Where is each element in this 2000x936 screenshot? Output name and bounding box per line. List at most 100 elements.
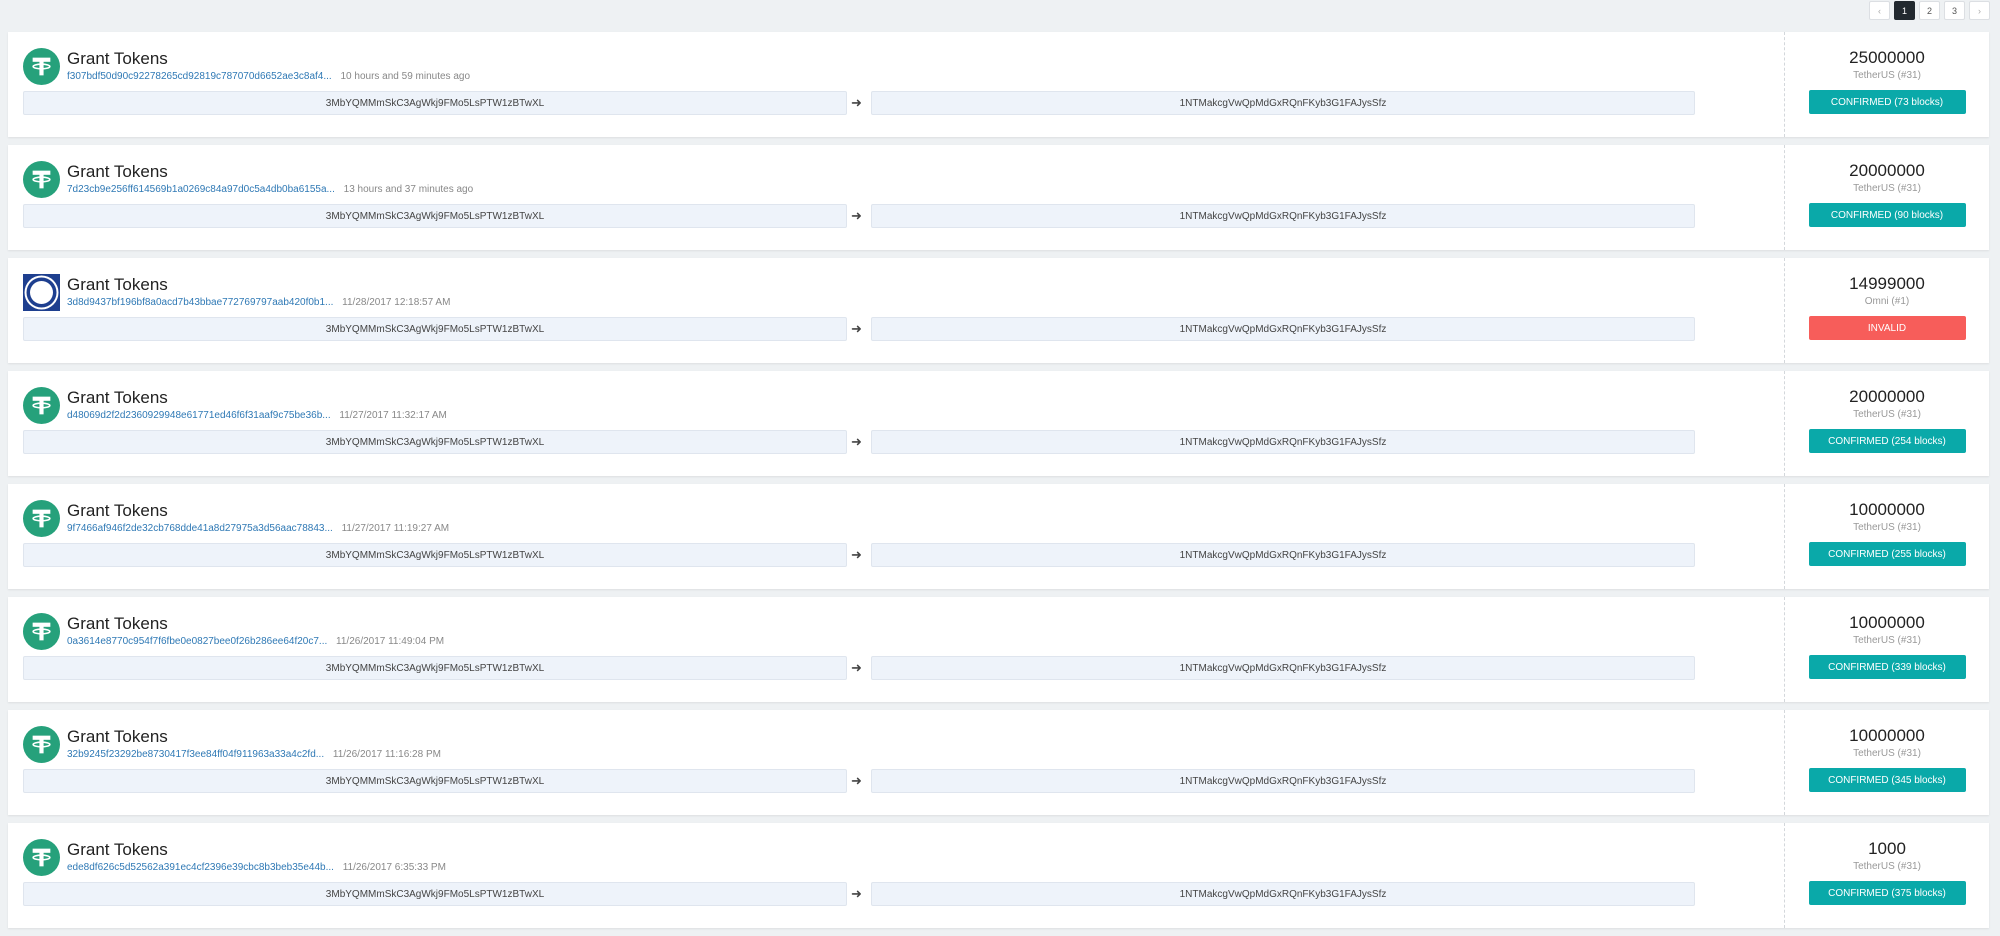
status-badge[interactable]: CONFIRMED (90 blocks) [1808, 203, 1966, 227]
recipient-address[interactable]: 1NTMakcgVwQpMdGxRQnFKyb3G1FAJysSfz [871, 91, 1695, 115]
transaction-amount: 10000000 [1849, 613, 1925, 632]
transaction-time: 11/26/2017 6:35:33 PM [342, 862, 446, 873]
status-badge[interactable]: CONFIRMED (73 blocks) [1808, 90, 1966, 114]
property-name: TetherUS (#31) [1853, 522, 1921, 533]
property-name: Omni (#1) [1864, 296, 1910, 307]
transaction-details: Grant Tokens 9f7466af946f2de32cb768dde41… [8, 484, 1784, 589]
transaction-meta: 9f7466af946f2de32cb768dde41a8d27975a3d56… [67, 523, 449, 534]
transaction-card: Grant Tokens 0a3614e8770c954f7f6fbe0e082… [8, 597, 1989, 702]
sender-address[interactable]: 3MbYQMMmSkC3AgWkj9FMo5LsPTW1zBTwXL [23, 656, 847, 680]
transaction-hash-link[interactable]: 7d23cb9e256ff614569b1a0269c84a97d0c5a4db… [67, 184, 335, 195]
transaction-time: 10 hours and 59 minutes ago [340, 71, 471, 82]
transaction-details: Grant Tokens 3d8d9437bf196bf8a0acd7b43bb… [8, 258, 1784, 363]
omni-logo-icon [23, 274, 60, 311]
transaction-type: Grant Tokens [67, 614, 168, 633]
transaction-hash-link[interactable]: 32b9245f23292be8730417f3ee84ff04f911963a… [67, 749, 324, 760]
status-badge[interactable]: CONFIRMED (375 blocks) [1808, 881, 1966, 905]
transaction-card: Grant Tokens 7d23cb9e256ff614569b1a0269c… [8, 145, 1989, 250]
arrow-right-icon: ➜ [851, 886, 862, 901]
status-badge[interactable]: CONFIRMED (345 blocks) [1808, 768, 1966, 792]
transaction-hash-link[interactable]: 9f7466af946f2de32cb768dde41a8d27975a3d56… [67, 523, 333, 534]
arrow-right-icon: ➜ [851, 434, 862, 449]
transaction-details: Grant Tokens 7d23cb9e256ff614569b1a0269c… [8, 145, 1784, 250]
transaction-hash-link[interactable]: 3d8d9437bf196bf8a0acd7b43bbae772769797aa… [67, 297, 333, 308]
recipient-address[interactable]: 1NTMakcgVwQpMdGxRQnFKyb3G1FAJysSfz [871, 656, 1695, 680]
transaction-hash-link[interactable]: f307bdf50d90c92278265cd92819c787070d6652… [67, 71, 332, 82]
transaction-meta: 0a3614e8770c954f7f6fbe0e0827bee0f26b286e… [67, 636, 444, 647]
transaction-amount: 10000000 [1849, 726, 1925, 745]
transaction-time: 11/27/2017 11:19:27 AM [341, 523, 450, 534]
sender-address[interactable]: 3MbYQMMmSkC3AgWkj9FMo5LsPTW1zBTwXL [23, 543, 847, 567]
next-page-button[interactable]: › [1969, 1, 1990, 20]
transaction-summary: 1000 TetherUS (#31) CONFIRMED (375 block… [1784, 823, 1989, 928]
sender-address[interactable]: 3MbYQMMmSkC3AgWkj9FMo5LsPTW1zBTwXL [23, 430, 847, 454]
sender-address[interactable]: 3MbYQMMmSkC3AgWkj9FMo5LsPTW1zBTwXL [23, 769, 847, 793]
page-1-button[interactable]: 1 [1894, 1, 1915, 20]
recipient-address[interactable]: 1NTMakcgVwQpMdGxRQnFKyb3G1FAJysSfz [871, 430, 1695, 454]
page-2-button[interactable]: 2 [1919, 1, 1940, 20]
recipient-address[interactable]: 1NTMakcgVwQpMdGxRQnFKyb3G1FAJysSfz [871, 204, 1695, 228]
arrow-right-icon: ➜ [851, 321, 862, 336]
transaction-meta: f307bdf50d90c92278265cd92819c787070d6652… [67, 71, 470, 82]
tether-logo-icon [23, 613, 60, 650]
transaction-details: Grant Tokens 0a3614e8770c954f7f6fbe0e082… [8, 597, 1784, 702]
transaction-card: Grant Tokens 3d8d9437bf196bf8a0acd7b43bb… [8, 258, 1989, 363]
status-badge[interactable]: CONFIRMED (254 blocks) [1808, 429, 1966, 453]
transaction-summary: 14999000 Omni (#1) INVALID [1784, 258, 1989, 363]
transaction-summary: 25000000 TetherUS (#31) CONFIRMED (73 bl… [1784, 32, 1989, 137]
transaction-time: 11/26/2017 11:49:04 PM [336, 636, 445, 647]
transaction-details: Grant Tokens d48069d2f2d2360929948e61771… [8, 371, 1784, 476]
transaction-summary: 10000000 TetherUS (#31) CONFIRMED (345 b… [1784, 710, 1989, 815]
recipient-address[interactable]: 1NTMakcgVwQpMdGxRQnFKyb3G1FAJysSfz [871, 769, 1695, 793]
transaction-amount: 14999000 [1849, 274, 1925, 293]
transaction-card: Grant Tokens ede8df626c5d52562a391ec4cf2… [8, 823, 1989, 928]
property-name: TetherUS (#31) [1853, 183, 1921, 194]
property-name: TetherUS (#31) [1853, 861, 1921, 872]
arrow-right-icon: ➜ [851, 547, 862, 562]
transaction-type: Grant Tokens [67, 388, 168, 407]
transaction-type: Grant Tokens [67, 501, 168, 520]
transaction-type: Grant Tokens [67, 49, 168, 68]
sender-address[interactable]: 3MbYQMMmSkC3AgWkj9FMo5LsPTW1zBTwXL [23, 91, 847, 115]
tether-logo-icon [23, 500, 60, 537]
transaction-summary: 10000000 TetherUS (#31) CONFIRMED (339 b… [1784, 597, 1989, 702]
transaction-meta: ede8df626c5d52562a391ec4cf2396e39cbc8b3b… [67, 862, 446, 873]
recipient-address[interactable]: 1NTMakcgVwQpMdGxRQnFKyb3G1FAJysSfz [871, 882, 1695, 906]
prev-page-button[interactable]: ‹ [1869, 1, 1890, 20]
transaction-card: Grant Tokens f307bdf50d90c92278265cd9281… [8, 32, 1989, 137]
transaction-time: 11/28/2017 12:18:57 AM [342, 297, 451, 308]
transaction-hash-link[interactable]: 0a3614e8770c954f7f6fbe0e0827bee0f26b286e… [67, 636, 327, 647]
transaction-meta: 3d8d9437bf196bf8a0acd7b43bbae772769797aa… [67, 297, 450, 308]
tether-logo-icon [23, 726, 60, 763]
tether-logo-icon [23, 48, 60, 85]
transaction-details: Grant Tokens f307bdf50d90c92278265cd9281… [8, 32, 1784, 137]
sender-address[interactable]: 3MbYQMMmSkC3AgWkj9FMo5LsPTW1zBTwXL [23, 204, 847, 228]
transaction-summary: 20000000 TetherUS (#31) CONFIRMED (90 bl… [1784, 145, 1989, 250]
sender-address[interactable]: 3MbYQMMmSkC3AgWkj9FMo5LsPTW1zBTwXL [23, 317, 847, 341]
tether-logo-icon [23, 839, 60, 876]
recipient-address[interactable]: 1NTMakcgVwQpMdGxRQnFKyb3G1FAJysSfz [871, 543, 1695, 567]
transaction-hash-link[interactable]: ede8df626c5d52562a391ec4cf2396e39cbc8b3b… [67, 862, 334, 873]
transaction-details: Grant Tokens 32b9245f23292be8730417f3ee8… [8, 710, 1784, 815]
tether-logo-icon [23, 387, 60, 424]
transaction-amount: 10000000 [1849, 500, 1925, 519]
transaction-hash-link[interactable]: d48069d2f2d2360929948e61771ed46f6f31aaf9… [67, 410, 331, 421]
arrow-right-icon: ➜ [851, 660, 862, 675]
status-badge[interactable]: CONFIRMED (339 blocks) [1808, 655, 1966, 679]
tether-logo-icon [23, 161, 60, 198]
transaction-amount: 20000000 [1849, 161, 1925, 180]
transaction-type: Grant Tokens [67, 727, 168, 746]
pagination: ‹ 1 2 3 › [1869, 1, 1990, 20]
sender-address[interactable]: 3MbYQMMmSkC3AgWkj9FMo5LsPTW1zBTwXL [23, 882, 847, 906]
transaction-meta: 32b9245f23292be8730417f3ee84ff04f911963a… [67, 749, 441, 760]
recipient-address[interactable]: 1NTMakcgVwQpMdGxRQnFKyb3G1FAJysSfz [871, 317, 1695, 341]
status-badge[interactable]: INVALID [1808, 316, 1966, 340]
transaction-amount: 20000000 [1849, 387, 1925, 406]
transaction-time: 11/26/2017 11:16:28 PM [332, 749, 441, 760]
transaction-meta: 7d23cb9e256ff614569b1a0269c84a97d0c5a4db… [67, 184, 473, 195]
transaction-card: Grant Tokens 32b9245f23292be8730417f3ee8… [8, 710, 1989, 815]
property-name: TetherUS (#31) [1853, 748, 1921, 759]
arrow-right-icon: ➜ [851, 208, 862, 223]
status-badge[interactable]: CONFIRMED (255 blocks) [1808, 542, 1966, 566]
page-3-button[interactable]: 3 [1944, 1, 1965, 20]
